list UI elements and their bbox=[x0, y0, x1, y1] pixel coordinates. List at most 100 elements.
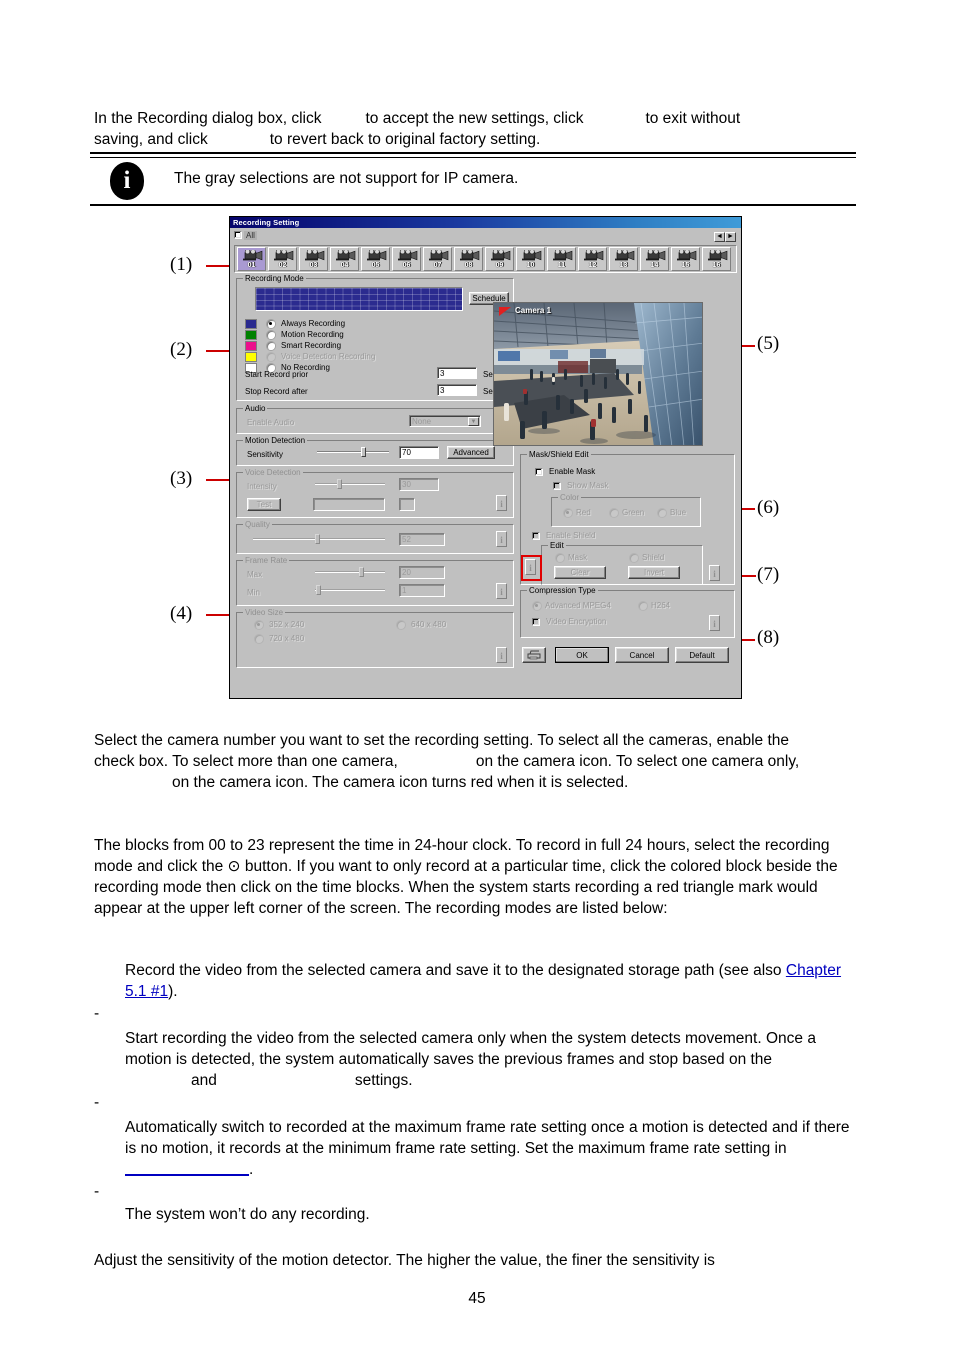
camera-icon-05[interactable]: 05 bbox=[361, 247, 390, 271]
show-mask-checkbox[interactable] bbox=[553, 482, 561, 490]
camera-icon-15[interactable]: 15 bbox=[671, 247, 700, 271]
frame-rate-blank-link[interactable] bbox=[125, 1174, 249, 1176]
frame-rate-min-label: Min bbox=[247, 588, 260, 597]
invert-button[interactable]: Invert bbox=[628, 566, 680, 579]
list-dash-1: - bbox=[94, 1005, 100, 1022]
camera-icon-01[interactable]: 01 bbox=[237, 247, 266, 271]
intro-line1-c: to exit without bbox=[645, 110, 741, 127]
camera-icon-03[interactable]: 03 bbox=[299, 247, 328, 271]
enable-mask-checkbox[interactable] bbox=[535, 468, 543, 476]
sensitivity-input[interactable]: 70 bbox=[399, 446, 439, 459]
mask-color-green-label: Green bbox=[622, 508, 645, 517]
mask-color-red-radio[interactable] bbox=[564, 509, 572, 517]
video-size-option-2-radio[interactable] bbox=[255, 635, 263, 643]
advanced-button[interactable]: Advanced bbox=[447, 446, 495, 459]
camera-icon-09[interactable]: 09 bbox=[485, 247, 514, 271]
video-size-option-2-label: 720 x 480 bbox=[269, 634, 305, 643]
camera-icon-11[interactable]: 11 bbox=[547, 247, 576, 271]
recording-mode-label-1: Motion Recording bbox=[281, 330, 344, 339]
intro-line1-b: to accept the new settings, click bbox=[365, 110, 584, 127]
camera-selector-strip: 01 02 03 04 05 06 07 08 09 10 11 12 13 14 15 16 bbox=[234, 245, 737, 273]
scroll-left-button[interactable]: ◄ bbox=[714, 232, 725, 242]
camera-icon-14[interactable]: 14 bbox=[640, 247, 669, 271]
camera-number-label: 03 bbox=[309, 262, 318, 269]
clear-button[interactable]: Clear bbox=[554, 566, 606, 579]
edit-shield-radio[interactable] bbox=[630, 554, 638, 562]
recording-mode-legend: Recording Mode bbox=[243, 274, 306, 283]
preview-camera-label: Camera 1 bbox=[515, 306, 552, 315]
dialog-titlebar[interactable]: Recording Setting bbox=[230, 217, 741, 228]
callout-7-highlight bbox=[521, 555, 542, 581]
recording-mode-radio-1[interactable] bbox=[267, 331, 275, 339]
quality-slider[interactable] bbox=[253, 534, 385, 544]
start-record-prior-input[interactable]: 3 bbox=[437, 367, 477, 379]
recording-mode-swatch-0[interactable] bbox=[245, 319, 257, 329]
camera-icon-06[interactable]: 06 bbox=[392, 247, 421, 271]
scroll-right-button[interactable]: ► bbox=[725, 232, 736, 242]
video-encryption-checkbox[interactable] bbox=[532, 618, 540, 626]
frame-rate-min-input[interactable]: 1 bbox=[399, 584, 445, 597]
recording-mode-swatch-3[interactable] bbox=[245, 352, 257, 362]
stop-record-after-label: Stop Record after bbox=[245, 387, 308, 396]
frame-rate-max-slider[interactable] bbox=[315, 567, 385, 577]
sensitivity-slider[interactable] bbox=[317, 447, 389, 457]
chevron-down-icon[interactable]: ▼ bbox=[468, 417, 479, 426]
recording-mode-swatch-1[interactable] bbox=[245, 330, 257, 340]
recording-mode-radio-2[interactable] bbox=[267, 342, 275, 350]
ok-button[interactable]: OK bbox=[555, 647, 609, 663]
test-button[interactable]: Test bbox=[247, 498, 281, 511]
cancel-button[interactable]: Cancel bbox=[615, 647, 669, 663]
intensity-input[interactable]: 30 bbox=[399, 478, 439, 491]
frame-rate-max-input[interactable]: 20 bbox=[399, 566, 445, 579]
camera-scroll-buttons: ◄ ► bbox=[714, 231, 736, 242]
paragraph-no-recording: The system won’t do any recording. bbox=[125, 1206, 370, 1223]
print-button[interactable] bbox=[522, 647, 546, 663]
camera-icon-07[interactable]: 07 bbox=[423, 247, 452, 271]
voice-detection-info-icon[interactable]: i bbox=[496, 495, 507, 511]
quality-input[interactable]: 52 bbox=[399, 533, 445, 546]
video-size-option-0-radio[interactable] bbox=[255, 621, 263, 629]
callout-3: (3) bbox=[170, 468, 193, 489]
intro-line1-a: In the Recording dialog box, click bbox=[94, 110, 322, 127]
frame-rate-info-icon[interactable]: i bbox=[496, 583, 507, 599]
paragraph-always-recording: Record the video from the selected camer… bbox=[125, 960, 856, 1002]
recording-mode-radio-3[interactable] bbox=[267, 353, 275, 361]
recording-mode-swatch-2[interactable] bbox=[245, 341, 257, 351]
default-button[interactable]: Default bbox=[675, 647, 729, 663]
edit-mask-radio[interactable] bbox=[556, 554, 564, 562]
camera-icon-16[interactable]: 16 bbox=[702, 247, 731, 271]
enable-audio-value: None bbox=[412, 417, 432, 426]
compression-mpeg4-radio[interactable] bbox=[533, 602, 541, 610]
mask-color-blue-radio[interactable] bbox=[658, 509, 666, 517]
camera-icon-13[interactable]: 13 bbox=[609, 247, 638, 271]
mask-color-blue-label: Blue bbox=[670, 508, 687, 517]
mask-shield-info-icon[interactable]: i bbox=[709, 565, 720, 581]
compression-info-icon[interactable]: i bbox=[709, 615, 720, 631]
video-size-option-1-label: 640 x 480 bbox=[411, 620, 447, 629]
video-size-option-1-radio[interactable] bbox=[397, 621, 405, 629]
all-checkbox[interactable] bbox=[234, 231, 242, 239]
camera-icon-04[interactable]: 04 bbox=[330, 247, 359, 271]
camera-number-label: 16 bbox=[712, 262, 721, 269]
camera-icon bbox=[243, 250, 263, 261]
camera-number-label: 10 bbox=[526, 262, 535, 269]
intensity-slider[interactable] bbox=[315, 479, 385, 489]
camera-icon-12[interactable]: 12 bbox=[578, 247, 607, 271]
divider-top-2 bbox=[90, 157, 856, 158]
enable-shield-checkbox[interactable] bbox=[532, 532, 540, 540]
recording-mode-radio-0[interactable] bbox=[267, 320, 275, 328]
frame-rate-min-slider[interactable] bbox=[315, 585, 385, 595]
video-size-info-icon[interactable]: i bbox=[496, 647, 507, 663]
camera-number-label: 11 bbox=[557, 262, 566, 269]
camera-icon-08[interactable]: 08 bbox=[454, 247, 483, 271]
enable-audio-select[interactable]: None ▼ bbox=[409, 415, 481, 427]
compression-h264-radio[interactable] bbox=[639, 602, 647, 610]
quality-info-icon[interactable]: i bbox=[496, 531, 507, 547]
recording-indicator-triangle bbox=[499, 307, 511, 316]
camera-icon-02[interactable]: 02 bbox=[268, 247, 297, 271]
schedule-grid[interactable] bbox=[255, 287, 463, 311]
mask-color-green-radio[interactable] bbox=[610, 509, 618, 517]
note-text: The gray selections are not support for … bbox=[174, 170, 519, 187]
camera-icon-10[interactable]: 10 bbox=[516, 247, 545, 271]
stop-record-after-input[interactable]: 3 bbox=[437, 384, 477, 396]
